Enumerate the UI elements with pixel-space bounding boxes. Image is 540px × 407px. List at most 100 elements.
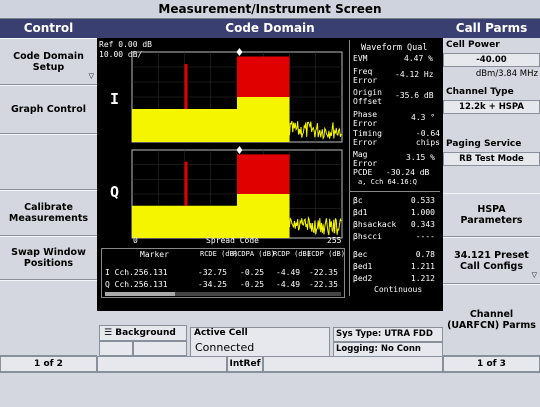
table-header-ecdp: ECDP (dB): [307, 250, 345, 258]
waveform-divider: [350, 191, 440, 192]
noise-trace: [289, 215, 342, 236]
red-region-active: [237, 154, 290, 194]
pcde-channel: a, Cch 64.16:Q: [358, 178, 418, 186]
submenu-indicator-icon: ▽: [531, 271, 537, 279]
preset-call-configs-key[interactable]: 34.121 Preset Call Configs ▽: [443, 237, 540, 284]
red-spike: [184, 64, 188, 109]
empty-key-6[interactable]: [0, 280, 97, 356]
status-cell-1: [99, 341, 133, 356]
table-header-rcdp: RCDP (dB): [273, 250, 311, 258]
gain-value-6: 1.212: [410, 274, 435, 283]
left-page-indicator[interactable]: 1 of 2: [0, 356, 97, 372]
yellow-region-low: [132, 205, 237, 238]
axis-title: Spread Code: [206, 236, 259, 245]
swap-window-positions-key[interactable]: Swap Window Positions: [0, 236, 97, 280]
gain-label-4: βec: [353, 250, 368, 259]
red-spike: [184, 161, 188, 206]
waveform-quality-panel: Waveform Qual EVM 4.47 % Freq Error -4.1…: [349, 40, 440, 296]
hspa-parameters-key[interactable]: HSPA Parameters: [443, 193, 540, 237]
marker-diamond: [236, 48, 243, 56]
table-row-q-rcde: -34.25: [198, 280, 227, 289]
call-parms-header: Call Parms: [443, 19, 540, 38]
table-header-rcdpa: RCDPA (dB): [233, 250, 276, 258]
yellow-region-active: [237, 194, 290, 238]
background-button[interactable]: ☰ Background: [99, 325, 187, 341]
table-row-q-rcdpa: -0.25: [240, 280, 265, 289]
gain-label-2: βhsackack: [353, 220, 397, 229]
code-domain-plots: [131, 48, 343, 239]
bottom-bar: 1 of 2 IntRef 1 of 3: [0, 356, 540, 372]
bottom-cell-1: [97, 356, 227, 372]
axis-end-label: 255: [327, 236, 342, 245]
timing-error-label: Timing Error: [353, 129, 382, 147]
code-domain-setup-key[interactable]: Code Domain Setup ▽: [0, 38, 97, 85]
message-area: [0, 372, 540, 407]
marker-diamond: [236, 146, 243, 154]
right-page-indicator[interactable]: 1 of 3: [443, 356, 540, 372]
yellow-region-active: [237, 97, 290, 142]
table-row-i-marker: I Cch.256.131: [105, 268, 168, 277]
marker-table: Marker RCDE (dB) RCDPA (dB) RCDP (dB) EC…: [101, 248, 345, 298]
intref-indicator: IntRef: [227, 356, 263, 372]
gain-label-6: βed2: [353, 274, 373, 283]
gain-label-1: βd1: [353, 208, 368, 217]
origin-offset-value: -35.6 dB: [395, 91, 434, 100]
pcde-value: -30.24 dB: [386, 168, 430, 177]
active-cell-box: Active Cell Connected: [190, 327, 330, 357]
table-row-i-rcde: -32.75: [198, 268, 227, 277]
evm-label: EVM: [353, 54, 368, 63]
i-channel-plot: [131, 48, 343, 143]
paging-service-value[interactable]: RB Test Mode: [443, 152, 540, 166]
noise-trace: [289, 120, 342, 141]
status-area: ☰ Background Active Cell Connected Sys T…: [97, 311, 443, 358]
evm-value: 4.47 %: [404, 54, 433, 63]
table-row-q-rcdp: -4.49: [276, 280, 301, 289]
phase-error-value: 4.3 °: [411, 113, 436, 122]
window-title: Measurement/Instrument Screen: [0, 0, 540, 19]
mag-error-value: 3.15 %: [406, 153, 435, 162]
control-header: Control: [0, 19, 97, 38]
calibrate-measurements-key[interactable]: Calibrate Measurements: [0, 190, 97, 236]
yellow-region-low: [132, 109, 237, 142]
q-channel-label: Q: [110, 183, 120, 201]
active-cell-value: Connected: [195, 341, 255, 354]
graph-control-key[interactable]: Graph Control: [0, 85, 97, 134]
cell-power-unit: dBm/3.84 MHz: [443, 67, 540, 82]
table-scrollbar[interactable]: [105, 292, 341, 296]
channel-type-label: Channel Type: [443, 85, 540, 100]
gain-label-0: βc: [353, 196, 363, 205]
paging-service-label: Paging Service: [443, 137, 540, 152]
status-cell-2: [133, 341, 187, 356]
timing-error-value: -0.64 chips: [415, 129, 440, 147]
mag-error-label: Mag Error: [353, 150, 378, 168]
gain-value-0: 0.533: [410, 196, 435, 205]
bottom-cell-2: [263, 356, 443, 372]
logging-field: Logging: No Conn: [333, 342, 443, 357]
gain-label-3: βhscci: [353, 232, 382, 241]
channel-uarfcn-parms-key[interactable]: Channel (UARFCN) Parms: [443, 284, 540, 356]
cell-power-value[interactable]: -40.00: [443, 53, 540, 67]
left-softkey-panel: Code Domain Setup ▽ Graph Control Calibra…: [0, 38, 97, 356]
sys-type-field: Sys Type: UTRA FDD: [333, 327, 443, 342]
origin-offset-label: Origin Offset: [353, 88, 382, 106]
background-icon: ☰: [104, 328, 113, 338]
i-channel-label: I: [110, 90, 120, 108]
code-domain-screen: Ref 0.00 dB 10.00 dB/ I Q 0 Spread Code …: [97, 38, 443, 311]
table-row-q-ecdp: -22.35: [309, 280, 338, 289]
table-row-i-rcdpa: -0.25: [240, 268, 265, 277]
scrollbar-thumb[interactable]: [105, 292, 175, 296]
active-cell-label: Active Cell: [194, 328, 248, 338]
gain-value-4: 0.78: [415, 250, 435, 259]
red-region-active: [237, 56, 290, 97]
pcde-label: PCDE: [353, 168, 373, 177]
gain-value-3: ----: [415, 232, 435, 241]
gain-label-5: βed1: [353, 262, 373, 271]
empty-key-3[interactable]: [0, 134, 97, 190]
gain-value-2: 0.343: [410, 220, 435, 229]
freq-error-label: Freq Error: [353, 67, 378, 85]
q-channel-plot: [131, 146, 343, 239]
table-row-i-ecdp: -22.35: [309, 268, 338, 277]
axis-start-label: 0: [133, 236, 138, 245]
phase-error-label: Phase Error: [353, 110, 378, 128]
channel-type-value[interactable]: 12.2k + HSPA: [443, 100, 540, 114]
